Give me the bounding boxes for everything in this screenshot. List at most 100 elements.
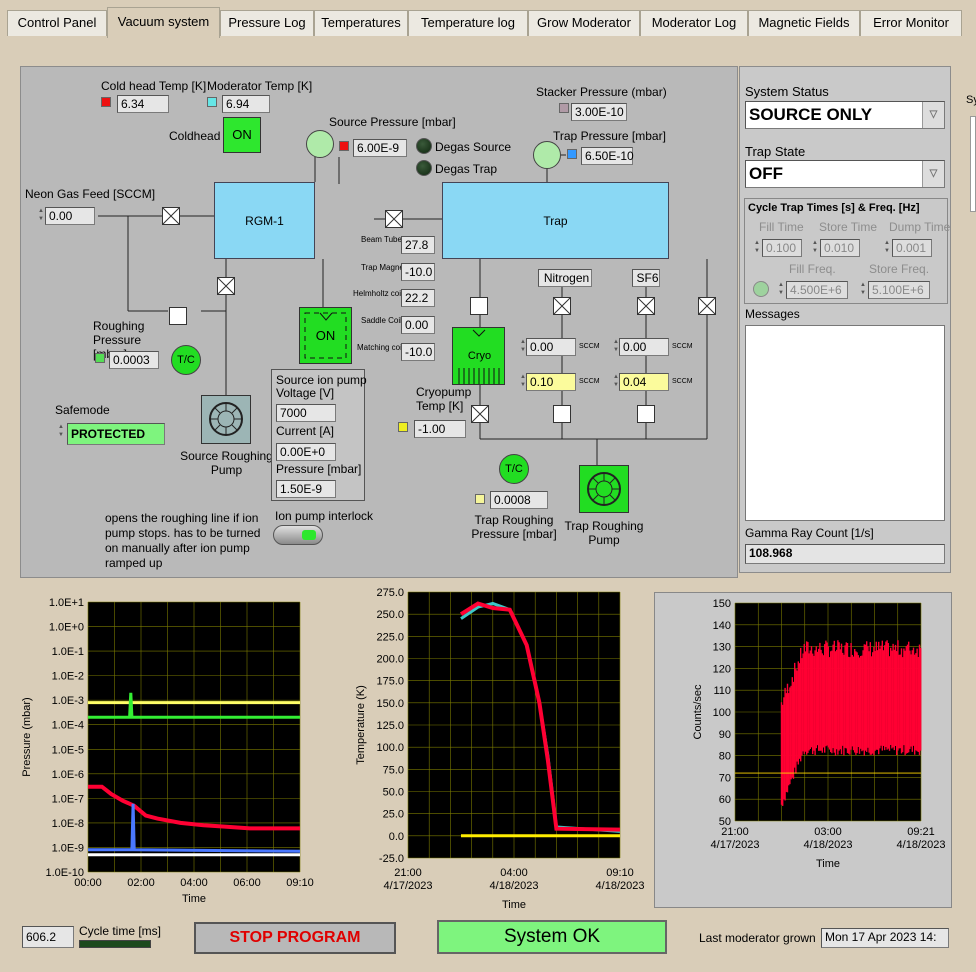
n2-line-gate[interactable] <box>553 405 571 423</box>
nitrogen-valve[interactable] <box>553 297 571 315</box>
stop-program-button[interactable]: STOP PROGRAM <box>194 922 396 954</box>
source-roughing-valve[interactable] <box>217 277 235 295</box>
source-roughing-pump[interactable] <box>201 395 251 444</box>
messages-label: Messages <box>745 307 800 321</box>
tab-temperature-log[interactable]: Temperature log <box>408 10 528 36</box>
last-grown-value: Mon 17 Apr 2023 14: <box>821 928 949 948</box>
current-value: 0.00E+0 <box>276 443 336 461</box>
store-freq-input[interactable]: 5.100E+6 <box>868 281 930 299</box>
trap-roughing-pump[interactable] <box>579 465 629 513</box>
dump-time-spinner[interactable]: ▲ ▼ <box>883 239 891 257</box>
cycle-trap-box: Cycle Trap Times [s] & Freq. [Hz] Fill T… <box>744 198 950 304</box>
x-tick-label: 09:21 <box>907 826 935 838</box>
ion-pump-state: ON <box>315 328 336 343</box>
messages-box[interactable] <box>745 325 945 521</box>
x-tick-label: 21:00 <box>394 867 422 879</box>
source-pressure-led <box>339 141 349 151</box>
degas-trap-led[interactable] <box>416 160 432 176</box>
n2-setpoint-input[interactable]: 0.10 <box>526 373 576 391</box>
safemode-spinner[interactable]: ▲ ▼ <box>57 423 65 443</box>
roughing-pressure-value: 0.0003 <box>109 351 159 369</box>
moderator-temp-value: 6.94 <box>222 95 270 113</box>
y-tick-label: 1.0E-9 <box>52 842 84 854</box>
cryopump-temp-value: -1.00 <box>414 420 466 438</box>
interlock-on-led <box>302 530 316 540</box>
fill-time-input[interactable]: 0.100 <box>762 239 802 257</box>
source-pressure-label: Source Pressure [mbar] <box>329 115 456 129</box>
system-status-select[interactable]: SOURCE ONLY ▽ <box>745 101 945 129</box>
x-tick-label: 03:00 <box>814 826 842 838</box>
tab-moderator-log[interactable]: Moderator Log <box>640 10 748 36</box>
x-tick-label: 21:00 <box>721 826 749 838</box>
cryo-pump-button[interactable]: Cryo <box>452 327 505 385</box>
source-pressure-value: 6.00E-9 <box>353 139 407 157</box>
neon-feed-input[interactable]: 0.00 <box>45 207 95 225</box>
system-ok-indicator: System OK <box>437 920 667 954</box>
y-tick-label: 1.0E-3 <box>52 695 84 707</box>
y-tick-label: 50.0 <box>383 787 404 799</box>
trap-chamber: Trap <box>442 182 669 259</box>
tab-pressure-log[interactable]: Pressure Log <box>220 10 314 36</box>
y-tick-label: 140 <box>713 620 731 632</box>
sf6-setpoint-input[interactable]: 0.04 <box>619 373 669 391</box>
trap-bypass-valve[interactable] <box>698 297 716 315</box>
neon-feed-spinner[interactable]: ▲ ▼ <box>37 207 45 225</box>
tab-magnetic-fields[interactable]: Magnetic Fields <box>748 10 860 36</box>
trap-cryo-gate[interactable] <box>470 297 488 315</box>
system-status-dropdown-icon[interactable]: ▽ <box>922 102 944 128</box>
system-status-label: System Status <box>745 84 829 99</box>
fill-freq-input[interactable]: 4.500E+6 <box>786 281 848 299</box>
safemode-value[interactable]: PROTECTED <box>67 423 165 445</box>
helmholtz-label: Helmholtz coils [C] <box>353 289 420 298</box>
fill-time-spinner[interactable]: ▲ ▼ <box>753 239 761 257</box>
gamma-label: Gamma Ray Count [1/s] <box>745 526 874 540</box>
cryo-valve[interactable] <box>471 405 489 423</box>
coldhead-button[interactable]: ON <box>223 117 261 153</box>
gamma-value: 108.968 <box>745 544 945 564</box>
trap-state-select[interactable]: OFF ▽ <box>745 160 945 188</box>
tab-error-monitor[interactable]: Error Monitor <box>860 10 962 36</box>
cycle-time-label: Cycle time [ms] <box>79 924 162 938</box>
trap-state-dropdown-icon[interactable]: ▽ <box>922 161 944 187</box>
tab-grow-moderator[interactable]: Grow Moderator <box>528 10 640 36</box>
y-tick-label: 175.0 <box>376 676 404 688</box>
x-tick-label: 4/18/2023 <box>490 880 539 892</box>
x-axis-label: Time <box>182 893 206 905</box>
fill-freq-spinner[interactable]: ▲ ▼ <box>777 281 785 299</box>
ion-pump-button[interactable]: ON <box>299 307 352 364</box>
tab-vacuum-system[interactable]: Vacuum system <box>107 7 220 38</box>
store-time-input[interactable]: 0.010 <box>820 239 860 257</box>
rgm-chamber: RGM-1 <box>214 182 315 259</box>
current-label: Current [A] <box>276 424 335 438</box>
y-tick-label: 110 <box>713 685 731 697</box>
voltage-label: Voltage [V] <box>276 386 335 400</box>
cycle-title: Cycle Trap Times [s] & Freq. [Hz] <box>748 202 920 214</box>
trap-roughing-pump-label: Trap Roughing Pump <box>564 519 644 547</box>
cold-head-led <box>101 97 111 107</box>
pressure-chart: 1.0E+1 1.0E+0 1.0E-1 1.0E-2 1.0E-3 1.0E-4 1.0E… <box>20 590 336 910</box>
cycle-run-led[interactable] <box>753 281 769 297</box>
y-axis-label: Temperature (K) <box>355 685 367 764</box>
store-time-spinner[interactable]: ▲ ▼ <box>811 239 819 257</box>
dump-time-input[interactable]: 0.001 <box>892 239 932 257</box>
n2-set-unit: SCCM <box>579 378 600 385</box>
y-tick-label: 1.0E-5 <box>52 744 84 756</box>
store-freq-spinner[interactable]: ▲ ▼ <box>859 281 867 299</box>
tab-control-panel[interactable]: Control Panel <box>7 10 107 36</box>
sf6-valve[interactable] <box>637 297 655 315</box>
rgm-trap-valve[interactable] <box>385 210 403 228</box>
store-time-label: Store Time <box>819 220 878 234</box>
stacker-pressure-value: 3.00E-10 <box>571 103 627 121</box>
offscreen-list[interactable] <box>970 116 976 212</box>
sf6-line-gate[interactable] <box>637 405 655 423</box>
side-panel: System Status SOURCE ONLY ▽ Trap State OF… <box>739 66 951 573</box>
moderator-temp-label: Moderator Temp [K] <box>207 79 313 93</box>
helmholtz-value: 22.2 <box>401 289 435 307</box>
trap-pressure-value: 6.50E-10 <box>581 147 634 165</box>
degas-source-led[interactable] <box>416 138 432 154</box>
trap-tc-gauge: T/C <box>499 454 529 484</box>
tab-temperatures[interactable]: Temperatures <box>314 10 408 36</box>
ion-pump-interlock-toggle[interactable] <box>273 525 323 545</box>
neon-valve[interactable] <box>162 207 180 225</box>
temperature-plot-svg: 275.0 250.0 225.0 200.0 175.0 150.0 125.0 100.0… <box>355 587 644 911</box>
